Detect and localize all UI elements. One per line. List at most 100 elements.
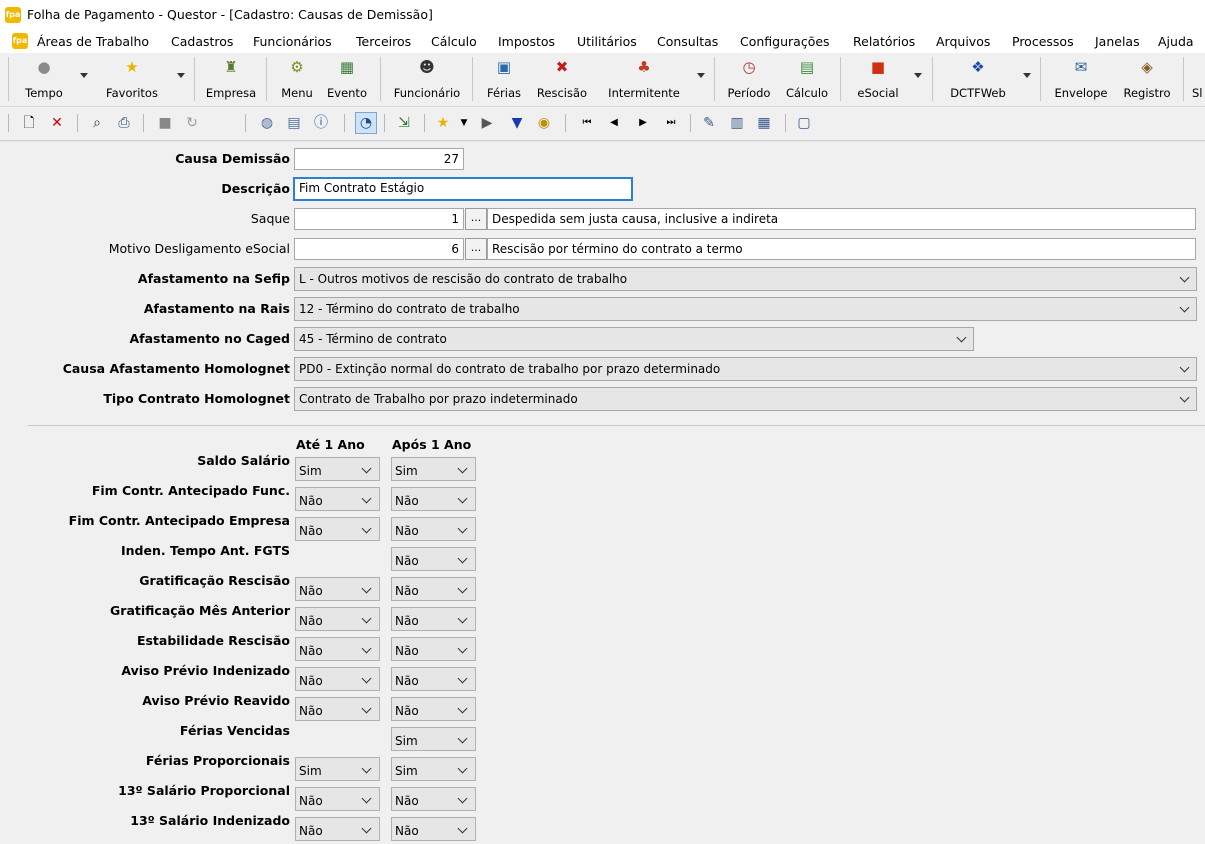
first-record-icon[interactable]: ⏮ xyxy=(578,114,596,132)
esocial-button[interactable]: ■ eSocial xyxy=(850,57,906,103)
apos-1-ano-select[interactable]: Não xyxy=(391,637,476,661)
report-export-icon[interactable]: ▦ xyxy=(755,114,773,132)
ate-1-ano-select[interactable]: Não xyxy=(295,577,380,601)
undo-icon[interactable]: ↻ xyxy=(183,114,201,132)
menu-funcionarios[interactable]: Funcionários xyxy=(253,34,332,49)
menu-areas-de-trabalho[interactable]: Áreas de Trabalho xyxy=(37,34,149,49)
ate-1-ano-select[interactable]: Sim xyxy=(295,757,380,781)
menu-cadastros[interactable]: Cadastros xyxy=(171,34,233,49)
preview-icon[interactable]: ▢ xyxy=(795,114,813,132)
apos-1-ano-select[interactable]: Sim xyxy=(391,757,476,781)
intermitente-dropdown-icon[interactable] xyxy=(697,73,705,78)
apos-1-ano-select[interactable]: Sim xyxy=(391,727,476,751)
grid-view-icon[interactable]: ▤ xyxy=(285,114,303,132)
motivo-lookup-button[interactable]: ... xyxy=(465,238,487,260)
menu-janelas[interactable]: Janelas xyxy=(1095,34,1140,49)
ate-1-ano-select[interactable]: Não xyxy=(295,787,380,811)
saque-lookup-button[interactable]: ... xyxy=(465,208,487,230)
apos-1-ano-select[interactable]: Não xyxy=(391,517,476,541)
funcionario-button[interactable]: ☻ Funcionário xyxy=(390,57,464,103)
envelope-button[interactable]: ✉ Envelope xyxy=(1050,57,1112,103)
apos-1-ano-select[interactable]: Não xyxy=(391,787,476,811)
favoritos-button[interactable]: ★ Favoritos xyxy=(98,57,166,103)
more-button[interactable]: Sl xyxy=(1192,57,1205,103)
motivo-description-field[interactable]: Rescisão por término do contrato a termo xyxy=(487,238,1196,260)
info-icon[interactable]: ⓘ xyxy=(312,114,330,132)
menu-consultas[interactable]: Consultas xyxy=(657,34,718,49)
previous-record-icon[interactable]: ◀ xyxy=(605,114,623,132)
periodo-button[interactable]: ◷ Período xyxy=(722,57,776,103)
esocial-dropdown-icon[interactable] xyxy=(914,73,922,78)
descricao-field[interactable]: Fim Contrato Estágio xyxy=(293,177,633,201)
save-icon[interactable]: ■ xyxy=(156,114,174,132)
menu-ajuda[interactable]: Ajuda xyxy=(1158,34,1194,49)
menu-relatorios[interactable]: Relatórios xyxy=(853,34,915,49)
filter-icon[interactable]: ▼ xyxy=(508,114,526,132)
tempo-dropdown-icon[interactable] xyxy=(80,73,88,78)
dctfweb-dropdown-icon[interactable] xyxy=(1023,73,1031,78)
ate-1-ano-select[interactable]: Não xyxy=(295,637,380,661)
edit-record-icon[interactable]: ✎ xyxy=(700,114,718,132)
rais-select[interactable]: 12 - Término do contrato de trabalho xyxy=(294,297,1197,321)
homolognet-causa-select[interactable]: PD0 - Extinção normal do contrato de tra… xyxy=(294,357,1197,381)
apos-1-ano-select[interactable]: Não xyxy=(391,667,476,691)
apos-1-ano-select[interactable]: Não xyxy=(391,487,476,511)
menu-terceiros[interactable]: Terceiros xyxy=(356,34,411,49)
menu-processos[interactable]: Processos xyxy=(1012,34,1074,49)
ate-1-ano-select[interactable]: Não xyxy=(295,697,380,721)
menu-utilitarios[interactable]: Utilitários xyxy=(577,34,637,49)
motivo-code-field[interactable]: 6 xyxy=(294,238,464,260)
print-icon[interactable]: ⎙ xyxy=(115,114,133,132)
saque-code-field[interactable]: 1 xyxy=(294,208,464,230)
apos-1-ano-select[interactable]: Não xyxy=(391,577,476,601)
favoritos-dropdown-icon[interactable] xyxy=(177,73,185,78)
apos-1-ano-select[interactable]: Sim xyxy=(391,457,476,481)
last-record-icon[interactable]: ⏭ xyxy=(662,114,680,132)
apos-1-ano-select[interactable]: Não xyxy=(391,547,476,571)
menu-impostos[interactable]: Impostos xyxy=(498,34,555,49)
apos-1-ano-select[interactable]: Não xyxy=(391,697,476,721)
next-record-icon[interactable]: ▶ xyxy=(634,114,652,132)
timer-icon[interactable]: ◔ xyxy=(357,114,375,132)
binoculars-icon[interactable]: ⌕ xyxy=(88,114,106,132)
ate-1-ano-select[interactable]: Não xyxy=(295,517,380,541)
sefip-select[interactable]: L - Outros motivos de rescisão do contra… xyxy=(294,267,1197,291)
apos-1-ano-select[interactable]: Não xyxy=(391,607,476,631)
grid-row-label: Aviso Prévio Reavido xyxy=(142,693,290,708)
evento-button[interactable]: ▦ Evento xyxy=(322,57,372,103)
causa-demissao-field[interactable]: 27 xyxy=(294,148,464,170)
bookmark-icon[interactable]: ▶ xyxy=(478,114,496,132)
ate-1-ano-select[interactable]: Não xyxy=(295,487,380,511)
menu-calculo[interactable]: Cálculo xyxy=(431,34,477,49)
refresh-icon[interactable]: ◉ xyxy=(535,114,553,132)
new-record-icon[interactable]: 🗋 xyxy=(20,114,38,132)
ferias-button[interactable]: ▣ Férias xyxy=(482,57,526,103)
caged-select[interactable]: 45 - Término de contrato xyxy=(294,327,974,351)
delete-icon[interactable]: ✕ xyxy=(48,114,66,132)
menu-button[interactable]: ⚙ Menu xyxy=(276,57,318,103)
ate-1-ano-select[interactable]: Não xyxy=(295,607,380,631)
ate-1-ano-select[interactable]: Sim xyxy=(295,457,380,481)
menu-configuracoes[interactable]: Configurações xyxy=(740,34,830,49)
ate-1-ano-select[interactable]: Não xyxy=(295,667,380,691)
tempo-button[interactable]: ● Tempo xyxy=(18,57,70,103)
homolognet-tipo-select[interactable]: Contrato de Trabalho por prazo indetermi… xyxy=(294,387,1197,411)
dctfweb-button[interactable]: ❖ DCTFWeb xyxy=(942,57,1014,103)
star-icon: ★ xyxy=(125,58,139,76)
export-icon[interactable]: ⇲ xyxy=(395,114,413,132)
rescisao-button[interactable]: ✖ Rescisão xyxy=(532,57,592,103)
report-icon[interactable]: ▥ xyxy=(728,114,746,132)
register-icon: ◈ xyxy=(1141,58,1153,76)
favorite-star-icon[interactable]: ★ xyxy=(434,114,452,132)
calculo-button[interactable]: ▤ Cálculo xyxy=(782,57,832,103)
menu-arquivos[interactable]: Arquivos xyxy=(936,34,990,49)
ate-1-ano-select[interactable]: Não xyxy=(295,817,380,841)
filter-globe-icon[interactable]: ◍ xyxy=(258,114,276,132)
intermitente-button[interactable]: ♣ Intermitente xyxy=(602,57,686,103)
apos-1-ano-select[interactable]: Não xyxy=(391,817,476,841)
registro-button[interactable]: ◈ Registro xyxy=(1118,57,1176,103)
empresa-button[interactable]: ♜ Empresa xyxy=(202,57,260,103)
app-menu-icon[interactable]: fpa xyxy=(12,33,28,49)
favorite-dropdown-icon[interactable]: ▼ xyxy=(455,114,473,132)
saque-description-field[interactable]: Despedida sem justa causa, inclusive a i… xyxy=(487,208,1196,230)
